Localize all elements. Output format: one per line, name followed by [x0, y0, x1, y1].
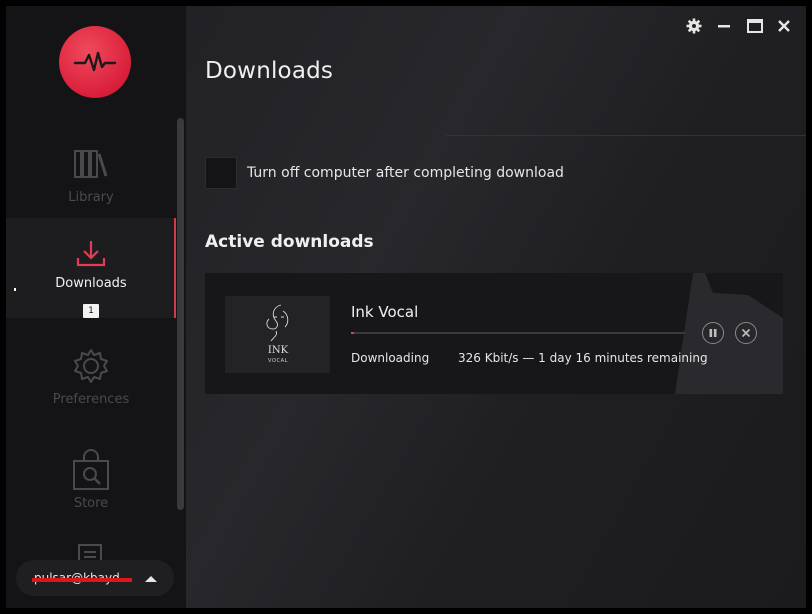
cancel-download-button[interactable] — [735, 322, 757, 344]
close-icon — [741, 328, 751, 338]
sidebar: Library Downloads 1 Preferences Store — [6, 6, 186, 608]
download-item: INK VOCAL Ink Vocal Downloading 326 Kbit… — [205, 273, 783, 394]
sidebar-item-label: Store — [73, 496, 109, 511]
download-status: Downloading — [351, 351, 430, 365]
sidebar-item-label: Downloads — [55, 276, 127, 291]
svg-text:VOCAL: VOCAL — [268, 358, 288, 364]
download-speed-eta: 326 Kbit/s — 1 day 16 minutes remaining — [458, 351, 708, 365]
sidebar-item-label: Preferences — [52, 392, 130, 407]
sidebar-item-label: Library — [68, 190, 114, 205]
books-icon — [71, 144, 111, 184]
page-title: Downloads — [205, 58, 334, 84]
album-cover: INK VOCAL — [225, 296, 330, 373]
chevron-up-icon[interactable] — [145, 576, 157, 582]
sidebar-scrollbar[interactable] — [177, 118, 184, 510]
downloads-count-badge: 1 — [83, 304, 99, 318]
pause-button[interactable] — [702, 322, 724, 344]
section-title: Active downloads — [205, 232, 374, 252]
shutdown-option[interactable]: Turn off computer after completing downl… — [205, 157, 564, 189]
shutdown-checkbox[interactable] — [205, 157, 237, 189]
maximize-icon[interactable] — [747, 18, 763, 34]
main-panel: Downloads Turn off computer after comple… — [186, 6, 806, 608]
sidebar-item-downloads[interactable]: Downloads 1 — [6, 218, 176, 318]
pause-icon — [709, 329, 717, 337]
focus-dot — [14, 288, 16, 291]
sidebar-item-library[interactable]: Library — [6, 126, 176, 226]
download-progress-bar — [351, 332, 685, 334]
settings-gear-icon[interactable] — [686, 18, 702, 34]
app-logo[interactable] — [59, 26, 131, 98]
app-window: Library Downloads 1 Preferences Store Do… — [6, 6, 806, 608]
close-icon[interactable] — [776, 18, 792, 34]
download-progress-fill — [351, 332, 355, 334]
gear-icon — [71, 346, 111, 386]
download-title: Ink Vocal — [351, 303, 419, 321]
shutdown-option-label: Turn off computer after completing downl… — [247, 165, 564, 181]
sidebar-item-preferences[interactable]: Preferences — [6, 328, 176, 428]
svg-text:INK: INK — [267, 345, 288, 356]
redaction-mark — [32, 578, 132, 582]
pulse-icon — [73, 51, 117, 72]
minimize-icon[interactable] — [716, 18, 732, 34]
divider — [446, 135, 806, 136]
shopping-bag-icon — [71, 449, 111, 490]
sidebar-item-store[interactable]: Store — [6, 432, 176, 532]
face-line-art-icon: INK VOCAL — [265, 304, 288, 364]
active-indicator — [174, 218, 176, 318]
download-icon — [71, 236, 111, 272]
